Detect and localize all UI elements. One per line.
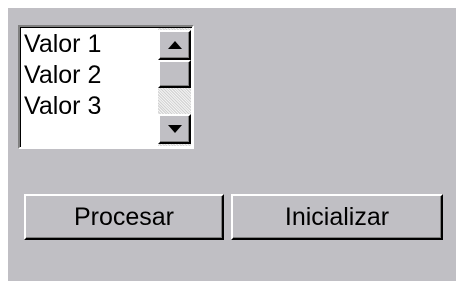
scroll-thumb[interactable] [158,60,191,88]
scroll-down-button[interactable] [158,114,191,144]
list-item[interactable]: Valor 1 [24,29,144,60]
listbox-scrollbar[interactable] [158,28,191,146]
scroll-up-button[interactable] [158,30,191,60]
reset-button[interactable]: Inicializar [231,194,443,240]
list-item[interactable]: Valor 2 [24,60,144,91]
values-listbox[interactable]: Valor 1 Valor 2 Valor 3 [18,25,194,149]
arrow-up-icon [167,41,182,49]
listbox-items: Valor 1 Valor 2 Valor 3 [24,29,144,122]
process-button[interactable]: Procesar [24,194,224,240]
arrow-down-icon [167,125,182,133]
list-item[interactable]: Valor 3 [24,91,144,122]
